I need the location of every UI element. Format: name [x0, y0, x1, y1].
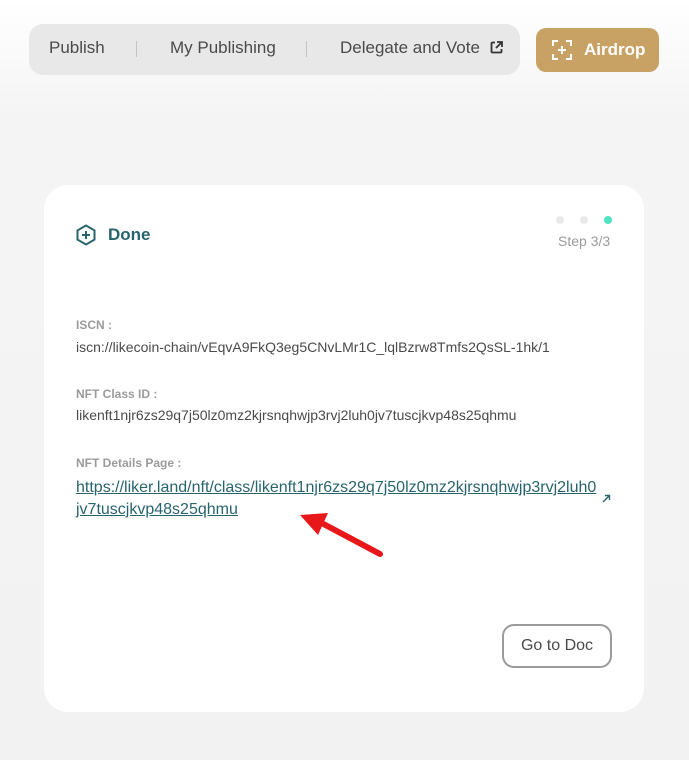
external-link-icon[interactable]	[602, 490, 611, 508]
step-dot-active	[604, 216, 612, 224]
red-arrow-icon	[294, 505, 390, 566]
external-link-icon	[490, 39, 503, 59]
airdrop-icon	[552, 40, 572, 65]
iscn-value: iscn://likecoin-chain/vEqvA9FkQ3eg5CNvLM…	[76, 339, 550, 355]
step-dot	[556, 216, 564, 224]
nav-delegate-and-vote[interactable]: Delegate and Vote	[340, 38, 503, 59]
nav-my-publishing[interactable]: My Publishing	[170, 38, 276, 58]
nav-publish[interactable]: Publish	[49, 38, 105, 58]
airdrop-label: Airdrop	[584, 40, 646, 59]
step-dot	[580, 216, 588, 224]
status-title: Done	[108, 225, 151, 244]
plus-hexagon-icon	[75, 224, 97, 251]
nav-divider	[136, 41, 137, 57]
nft-page-label: NFT Details Page :	[76, 456, 182, 470]
nav-divider	[306, 41, 307, 57]
iscn-label: ISCN :	[76, 318, 112, 332]
result-card: Done Step 3/3 ISCN : iscn://likecoin-cha…	[44, 185, 644, 712]
step-label: Step 3/3	[558, 233, 611, 249]
nav-delegate-label: Delegate and Vote	[340, 38, 480, 57]
nft-class-label: NFT Class ID :	[76, 387, 158, 401]
airdrop-button[interactable]: Airdrop	[536, 28, 659, 72]
nft-class-value: likenft1njr6zs29q7j50lz0mz2kjrsnqhwjp3rv…	[76, 407, 517, 423]
top-nav: Publish My Publishing Delegate and Vote	[29, 24, 520, 75]
go-to-doc-button[interactable]: Go to Doc	[502, 624, 612, 668]
